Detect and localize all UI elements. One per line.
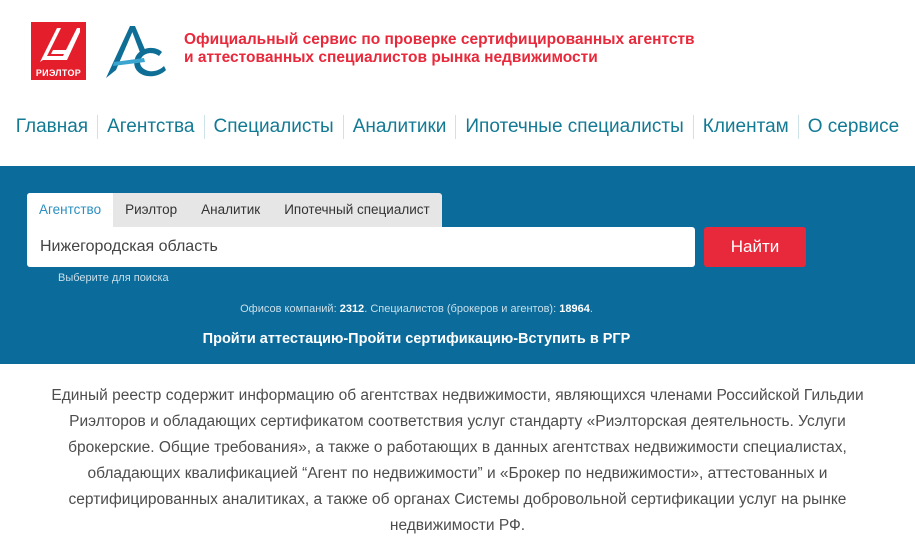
specialists-label: Специалистов (брокеров и агентов): xyxy=(370,303,557,315)
realtor-logo-text: РИЭЛТОР xyxy=(35,68,82,78)
tagline-line-2: и аттестованных специалистов рынка недви… xyxy=(184,49,598,66)
tab-mortgage-specialist[interactable]: Ипотечный специалист xyxy=(272,193,442,227)
nav-specialists[interactable]: Специалисты xyxy=(203,115,343,139)
nav-mortgage-specialists[interactable]: Ипотечные специалисты xyxy=(455,115,692,139)
certification-cta-link[interactable]: Пройти аттестацию-Пройти сертификацию-Вс… xyxy=(0,331,833,347)
search-section: Агентство Риэлтор Аналитик Ипотечный спе… xyxy=(0,166,915,364)
nav-clients[interactable]: Клиентам xyxy=(692,115,798,139)
registry-description: Единый реестр содержит информацию об аге… xyxy=(51,387,864,534)
stats-line: Офисов компаний: 2312. Специалистов (бро… xyxy=(240,303,593,315)
search-tabs: Агентство Риэлтор Аналитик Ипотечный спе… xyxy=(27,193,442,227)
ac-logo-icon[interactable] xyxy=(104,22,168,80)
tab-realtor[interactable]: Риэлтор xyxy=(113,193,189,227)
offices-count: 2312 xyxy=(339,303,365,315)
search-hint: Выберите для поиска xyxy=(58,272,169,284)
nav-home[interactable]: Главная xyxy=(7,115,97,139)
realtor-logo[interactable]: РИЭЛТОР xyxy=(31,22,86,80)
tagline-line-1: Официальный сервис по проверке сертифици… xyxy=(184,31,695,48)
tab-analyst[interactable]: Аналитик xyxy=(189,193,272,227)
realtor-logo-icon xyxy=(40,28,80,62)
tagline: Официальный сервис по проверке сертифици… xyxy=(184,31,744,67)
search-input[interactable] xyxy=(27,227,695,267)
specialists-count: 18964 xyxy=(559,303,590,315)
tab-agency[interactable]: Агентство xyxy=(27,193,114,227)
nav-analysts[interactable]: Аналитики xyxy=(342,115,456,139)
search-button[interactable]: Найти xyxy=(704,227,806,267)
main-nav: Главная Агентства Специалисты Аналитики … xyxy=(0,113,915,141)
nav-about[interactable]: О сервисе xyxy=(797,115,908,139)
offices-label: Офисов компаний: xyxy=(240,303,337,315)
nav-agencies[interactable]: Агентства xyxy=(97,115,203,139)
site-header: РИЭЛТОР Официальный сервис по проверке с… xyxy=(0,0,915,166)
